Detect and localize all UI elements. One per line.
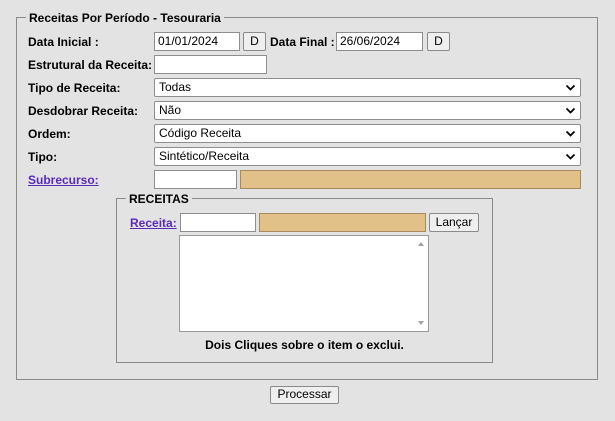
receitas-hint: Dois Cliques sobre o item o exclui.: [205, 338, 404, 352]
data-inicial-input[interactable]: 01/01/2024: [154, 32, 240, 51]
receitas-legend: RECEITAS: [126, 192, 192, 206]
data-final-label: Data Final :: [270, 35, 335, 49]
processar-button[interactable]: Processar: [270, 386, 339, 404]
tipo-label: Tipo:: [28, 150, 58, 164]
estrutural-input[interactable]: [154, 55, 267, 74]
tipo-receita-value: Todas: [159, 80, 192, 94]
tipo-value: Sintético/Receita: [159, 149, 250, 163]
subrecurso-code-input[interactable]: [154, 170, 237, 189]
ordem-value: Código Receita: [159, 126, 242, 140]
chevron-down-icon: [565, 130, 576, 137]
ordem-select[interactable]: Código Receita: [154, 124, 581, 143]
tipo-receita-label: Tipo de Receita:: [28, 81, 121, 95]
chevron-down-icon: [565, 84, 576, 91]
lancar-button[interactable]: Lançar: [429, 213, 479, 232]
chevron-down-icon: [565, 107, 576, 114]
receitas-listbox[interactable]: [179, 235, 429, 332]
tipo-receita-select[interactable]: Todas: [154, 78, 581, 97]
report-legend: Receitas Por Período - Tesouraria: [26, 11, 224, 25]
scroll-up-icon[interactable]: [418, 242, 424, 246]
data-final-picker-button[interactable]: D: [427, 32, 450, 51]
data-inicial-label: Data Inicial :: [28, 35, 99, 49]
estrutural-label: Estrutural da Receita:: [28, 58, 153, 72]
desdobrar-label: Desdobrar Receita:: [28, 104, 139, 118]
ordem-label: Ordem:: [28, 127, 71, 141]
desdobrar-select[interactable]: Não: [154, 101, 581, 120]
data-inicial-picker-button[interactable]: D: [243, 32, 266, 51]
subrecurso-description-field: [240, 170, 581, 189]
data-final-input[interactable]: 26/06/2024: [336, 32, 423, 51]
listbox-scrollbar[interactable]: [414, 236, 428, 331]
tipo-select[interactable]: Sintético/Receita: [154, 147, 581, 166]
receita-link[interactable]: Receita:: [130, 216, 177, 230]
scroll-down-icon[interactable]: [418, 321, 424, 325]
receita-code-input[interactable]: [180, 213, 256, 232]
receita-description-field: [259, 213, 426, 232]
chevron-down-icon: [565, 153, 576, 160]
desdobrar-value: Não: [159, 103, 182, 117]
subrecurso-link[interactable]: Subrecurso:: [28, 173, 99, 187]
